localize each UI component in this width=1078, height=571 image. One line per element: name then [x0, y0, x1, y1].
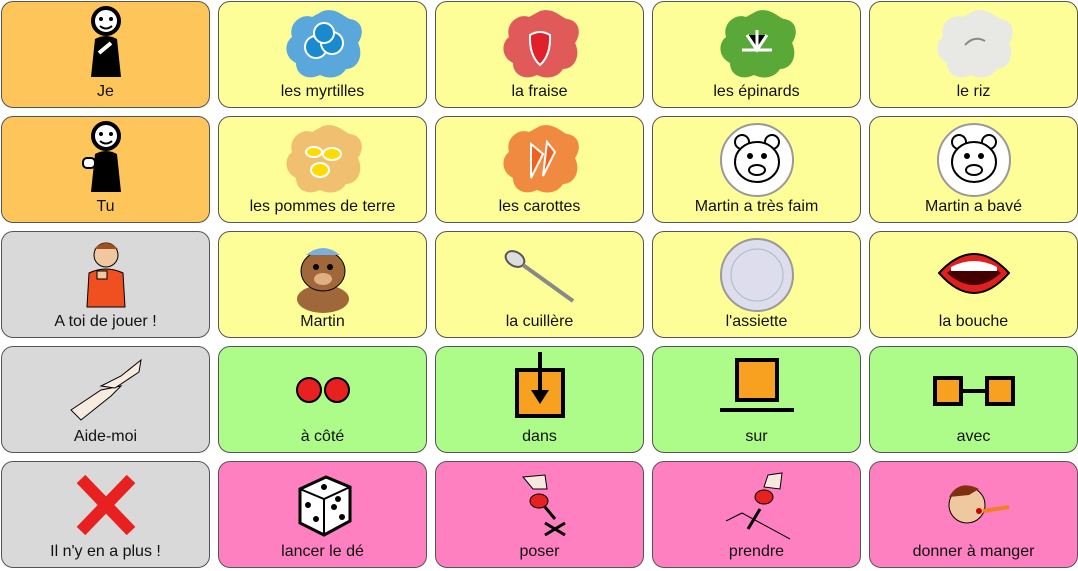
board-cell[interactable]: les carottes [435, 116, 644, 223]
cell-label: les épinards [713, 83, 800, 100]
board-cell[interactable]: la bouche [869, 231, 1078, 338]
cell-label: lancer le dé [281, 543, 364, 560]
board-cell[interactable]: Martin a bavé [869, 116, 1078, 223]
board-cell[interactable]: dans [435, 346, 644, 453]
carrots-icon [495, 120, 585, 198]
board-cell[interactable]: la cuillère [435, 231, 644, 338]
communication-board: Je les myrtilles la fraise les épinards le r… [1, 1, 1078, 568]
board-cell[interactable]: Tu [1, 116, 210, 223]
cell-label: sur [745, 428, 768, 445]
cell-label: Martin [300, 313, 345, 330]
cell-label: A toi de jouer ! [54, 313, 157, 330]
cell-label: les myrtilles [280, 83, 365, 100]
plate-icon [712, 235, 802, 313]
red-cross-icon [61, 465, 151, 543]
blueberries-icon [278, 5, 368, 83]
board-cell[interactable]: Il n'y en a plus ! [1, 461, 210, 568]
drooling-bear-icon [929, 120, 1019, 198]
cell-label: la bouche [938, 313, 1009, 330]
board-cell[interactable]: Martin [218, 231, 427, 338]
board-cell[interactable]: Martin a très faim [652, 116, 861, 223]
board-cell[interactable]: les épinards [652, 1, 861, 108]
spinach-icon [712, 5, 802, 83]
board-cell[interactable]: poser [435, 461, 644, 568]
cell-label: Il n'y en a plus ! [50, 543, 161, 560]
board-cell[interactable]: avec [869, 346, 1078, 453]
board-cell[interactable]: l'assiette [652, 231, 861, 338]
bear-icon [278, 235, 368, 313]
board-cell[interactable]: lancer le dé [218, 461, 427, 568]
person-pointing-self-icon [61, 5, 151, 83]
cell-label: la cuillère [505, 313, 574, 330]
cell-label: donner à manger [912, 543, 1035, 560]
board-cell[interactable]: les myrtilles [218, 1, 427, 108]
cell-label: poser [519, 543, 560, 560]
cell-label: les pommes de terre [249, 198, 396, 215]
board-cell[interactable]: les pommes de terre [218, 116, 427, 223]
cell-label: l'assiette [725, 313, 788, 330]
on-icon [712, 350, 802, 428]
board-cell[interactable]: donner à manger [869, 461, 1078, 568]
next-to-icon [278, 350, 368, 428]
potatoes-icon [278, 120, 368, 198]
mouth-icon [929, 235, 1019, 313]
cell-label: prendre [728, 543, 785, 560]
spoon-icon [495, 235, 585, 313]
board-cell[interactable]: le riz [869, 1, 1078, 108]
board-cell[interactable]: sur [652, 346, 861, 453]
cell-label: Martin a très faim [694, 198, 819, 215]
cell-label: Martin a bavé [925, 198, 1022, 215]
cell-label: la fraise [511, 83, 568, 100]
cell-label: Aide-moi [73, 428, 138, 445]
cell-label: les carottes [498, 198, 581, 215]
pick-up-icon [712, 465, 802, 543]
helping-hands-icon [61, 350, 151, 428]
board-cell[interactable]: prendre [652, 461, 861, 568]
boy-pointing-icon [61, 235, 151, 313]
cell-label: avec [956, 428, 991, 445]
put-down-icon [495, 465, 585, 543]
cell-label: à côté [300, 428, 345, 445]
cell-label: dans [522, 428, 557, 445]
board-cell[interactable]: la fraise [435, 1, 644, 108]
dice-icon [278, 465, 368, 543]
cell-label: le riz [956, 83, 991, 100]
board-cell[interactable]: Aide-moi [1, 346, 210, 453]
cell-label: Tu [96, 198, 115, 215]
hungry-bear-icon [712, 120, 802, 198]
board-cell[interactable]: à côté [218, 346, 427, 453]
strawberry-icon [495, 5, 585, 83]
cell-label: Je [97, 83, 114, 100]
board-cell[interactable]: A toi de jouer ! [1, 231, 210, 338]
person-pointing-you-icon [61, 120, 151, 198]
rice-icon [929, 5, 1019, 83]
in-icon [495, 350, 585, 428]
feeding-icon [929, 465, 1019, 543]
board-cell[interactable]: Je [1, 1, 210, 108]
with-icon [929, 350, 1019, 428]
